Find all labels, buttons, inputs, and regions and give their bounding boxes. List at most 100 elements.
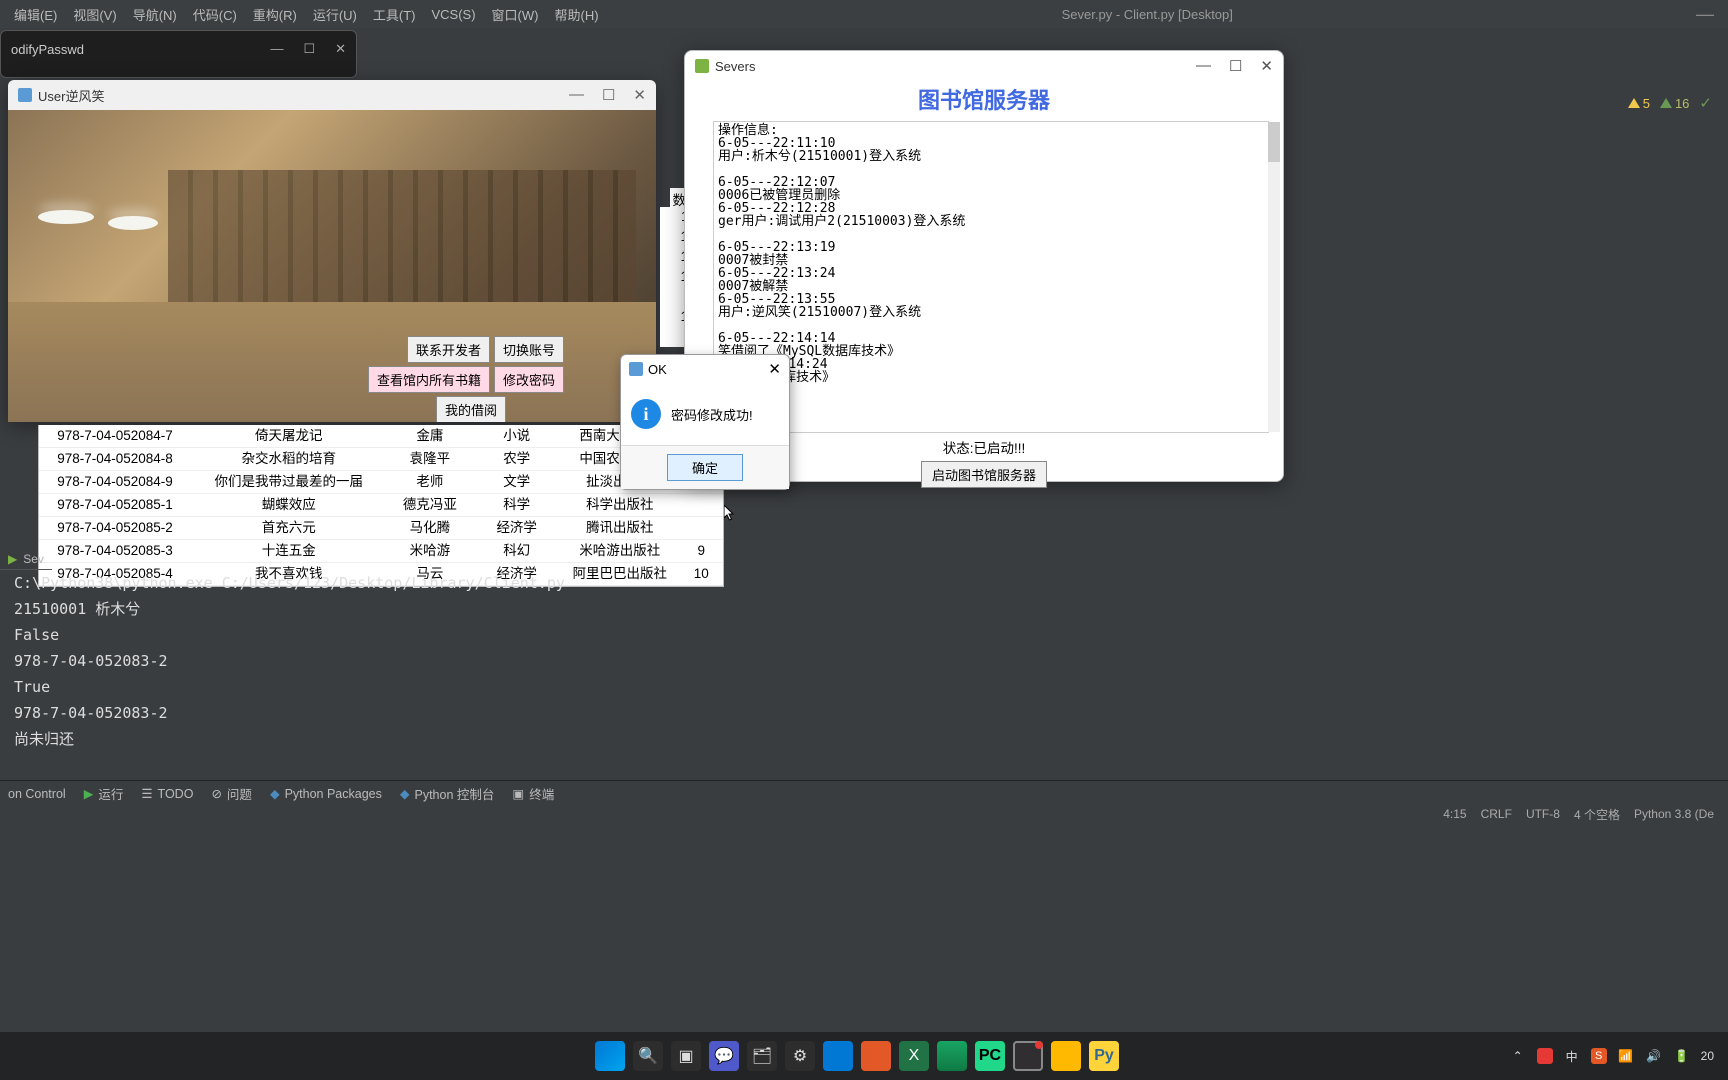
close-icon[interactable]: ✕: [335, 41, 346, 57]
dialog-ok: OK ✕ i 密码修改成功! 确定: [620, 354, 790, 490]
minimize-icon[interactable]: —: [1196, 57, 1211, 75]
dialog-message: 密码修改成功!: [671, 405, 753, 424]
todo-icon: ☰: [141, 786, 152, 801]
change-password-button[interactable]: 修改密码: [494, 366, 564, 393]
menu-refactor[interactable]: 重构(R): [245, 3, 305, 26]
ide-status-bar: 4:15 CRLF UTF-8 4 个空格 Python 3.8 (De: [1443, 805, 1714, 823]
python-app-icon[interactable]: Py: [1089, 1041, 1119, 1071]
table-row[interactable]: 978-7-04-052085-1蝴蝶效应德克冯亚科学科学出版社: [39, 494, 723, 517]
menu-help[interactable]: 帮助(H): [546, 3, 606, 26]
battery-icon[interactable]: 🔋: [1673, 1047, 1691, 1065]
pycharm-icon[interactable]: PC: [975, 1041, 1005, 1071]
minimize-icon[interactable]: —: [569, 86, 584, 104]
terminal-icon: ▣: [512, 786, 524, 801]
close-icon[interactable]: ✕: [768, 360, 781, 378]
sogou-icon[interactable]: S: [1591, 1048, 1607, 1064]
tab-version-control[interactable]: on Control: [8, 787, 66, 801]
cursor-icon: [724, 505, 736, 521]
menu-run[interactable]: 运行(U): [305, 3, 365, 26]
server-header: 图书馆服务器: [685, 81, 1283, 121]
log-text: 操作信息: 6-05---22:11:10 用户:析木兮(21510001)登入…: [718, 124, 1264, 410]
close-icon[interactable]: ✕: [1260, 57, 1273, 75]
table-row[interactable]: 978-7-04-052085-2首充六元马化腾经济学腾讯出版社: [39, 517, 723, 540]
menu-edit[interactable]: 编辑(E): [6, 3, 65, 26]
menu-view[interactable]: 视图(V): [65, 3, 124, 26]
maximize-icon[interactable]: ☐: [303, 41, 315, 57]
windows-taskbar: 🔍 ▣ 💬 🗂 ⚙ X PC Py ⌃ 中 S 📶 🔊 🔋 20: [0, 1032, 1728, 1080]
server-app-icon: [695, 59, 709, 73]
volume-icon[interactable]: 🔊: [1645, 1047, 1663, 1065]
clock[interactable]: 20: [1701, 1049, 1714, 1063]
start-button-icon[interactable]: [595, 1041, 625, 1071]
settings-icon[interactable]: ⚙: [785, 1041, 815, 1071]
tab-todo[interactable]: ☰TODO: [141, 786, 193, 801]
tk-feather-icon: [18, 88, 32, 102]
warning-triangle-icon: [1628, 98, 1640, 108]
line-separator[interactable]: CRLF: [1481, 807, 1512, 821]
chat-icon[interactable]: 💬: [709, 1041, 739, 1071]
ok-button[interactable]: 确定: [667, 454, 743, 481]
minimize-icon[interactable]: —: [270, 41, 283, 57]
browser-icon[interactable]: [937, 1041, 967, 1071]
problems-icon: ⊘: [211, 786, 221, 801]
interpreter[interactable]: Python 3.8 (De: [1634, 807, 1714, 821]
tab-console[interactable]: ◆Python 控制台: [400, 784, 495, 803]
view-all-books-button[interactable]: 查看馆内所有书籍: [368, 366, 490, 393]
maximize-icon[interactable]: ☐: [1229, 57, 1242, 75]
warnings-yellow[interactable]: 5: [1628, 96, 1650, 111]
scrollbar-thumb[interactable]: [1268, 122, 1280, 162]
explorer-icon[interactable]: 🗂: [747, 1041, 777, 1071]
switch-account-button[interactable]: 切换账号: [494, 336, 564, 363]
file-encoding[interactable]: UTF-8: [1526, 807, 1560, 821]
window-user: User逆风笑 — ☐ ✕ 联系开发者 切换账号 查看馆内所有书籍 修改密码 我…: [8, 80, 656, 422]
tray-app-icon[interactable]: [1537, 1048, 1553, 1064]
close-icon[interactable]: ✕: [633, 86, 646, 104]
bottom-tool-tabs: on Control ▶运行 ☰TODO ⊘问题 ◆Python Package…: [0, 780, 1728, 806]
dialog-title: OK: [648, 362, 667, 377]
checkmark-icon: ✓: [1699, 94, 1712, 112]
indent-setting[interactable]: 4 个空格: [1574, 806, 1620, 823]
task-view-icon[interactable]: ▣: [671, 1041, 701, 1071]
office-icon[interactable]: [861, 1041, 891, 1071]
tk-feather-icon: [629, 362, 643, 376]
edge-icon[interactable]: [823, 1041, 853, 1071]
inspection-widget: 5 16 ✓: [1628, 94, 1712, 112]
tab-terminal[interactable]: ▣终端: [512, 784, 554, 803]
file-explorer-icon[interactable]: [1051, 1041, 1081, 1071]
menu-tools[interactable]: 工具(T): [365, 3, 424, 26]
chevron-up-icon[interactable]: ⌃: [1509, 1047, 1527, 1065]
window-modifypasswd: odifyPasswd — ☐ ✕: [0, 30, 357, 78]
start-server-button[interactable]: 启动图书馆服务器: [921, 461, 1047, 488]
run-tool-tab[interactable]: ▶ Sev: [0, 548, 52, 570]
weakwarning-triangle-icon: [1660, 98, 1672, 108]
menu-code[interactable]: 代码(C): [185, 3, 245, 26]
menu-window[interactable]: 窗口(W): [484, 3, 547, 26]
menu-vcs[interactable]: VCS(S): [423, 5, 483, 24]
scrollbar-track[interactable]: [1268, 122, 1280, 432]
excel-icon[interactable]: X: [899, 1041, 929, 1071]
table-row[interactable]: 978-7-04-052085-3十连五金米哈游科幻米哈游出版社9: [39, 540, 723, 563]
tab-run[interactable]: ▶运行: [84, 784, 124, 803]
contact-developer-button[interactable]: 联系开发者: [407, 336, 490, 363]
search-icon[interactable]: 🔍: [633, 1041, 663, 1071]
obs-icon[interactable]: [1013, 1041, 1043, 1071]
terminal-output[interactable]: C:\Python38\python.exe C:/Users/123/Desk…: [14, 570, 1728, 752]
project-title: Sever.py - Client.py [Desktop]: [607, 7, 1688, 22]
my-borrow-button[interactable]: 我的借阅: [436, 396, 506, 422]
warnings-weak[interactable]: 16: [1660, 96, 1689, 111]
python-icon: ◆: [270, 786, 280, 801]
ime-indicator[interactable]: 中: [1563, 1047, 1581, 1065]
tab-packages[interactable]: ◆Python Packages: [270, 786, 382, 801]
caret-position[interactable]: 4:15: [1443, 807, 1466, 821]
library-photo: 联系开发者 切换账号 查看馆内所有书籍 修改密码 我的借阅: [8, 110, 656, 422]
python-file-icon: ▶: [8, 552, 17, 566]
user-window-title: User逆风笑: [38, 86, 104, 105]
maximize-icon[interactable]: ☐: [602, 86, 615, 104]
ide-menu-bar: 编辑(E) 视图(V) 导航(N) 代码(C) 重构(R) 运行(U) 工具(T…: [0, 0, 1728, 28]
server-log[interactable]: 操作信息: 6-05---22:11:10 用户:析木兮(21510001)登入…: [713, 121, 1269, 433]
window-minimize-icon[interactable]: —: [1688, 4, 1722, 25]
menu-navigate[interactable]: 导航(N): [125, 3, 185, 26]
tab-problems[interactable]: ⊘问题: [211, 784, 252, 803]
wifi-icon[interactable]: 📶: [1617, 1047, 1635, 1065]
run-play-icon: ▶: [84, 786, 94, 801]
